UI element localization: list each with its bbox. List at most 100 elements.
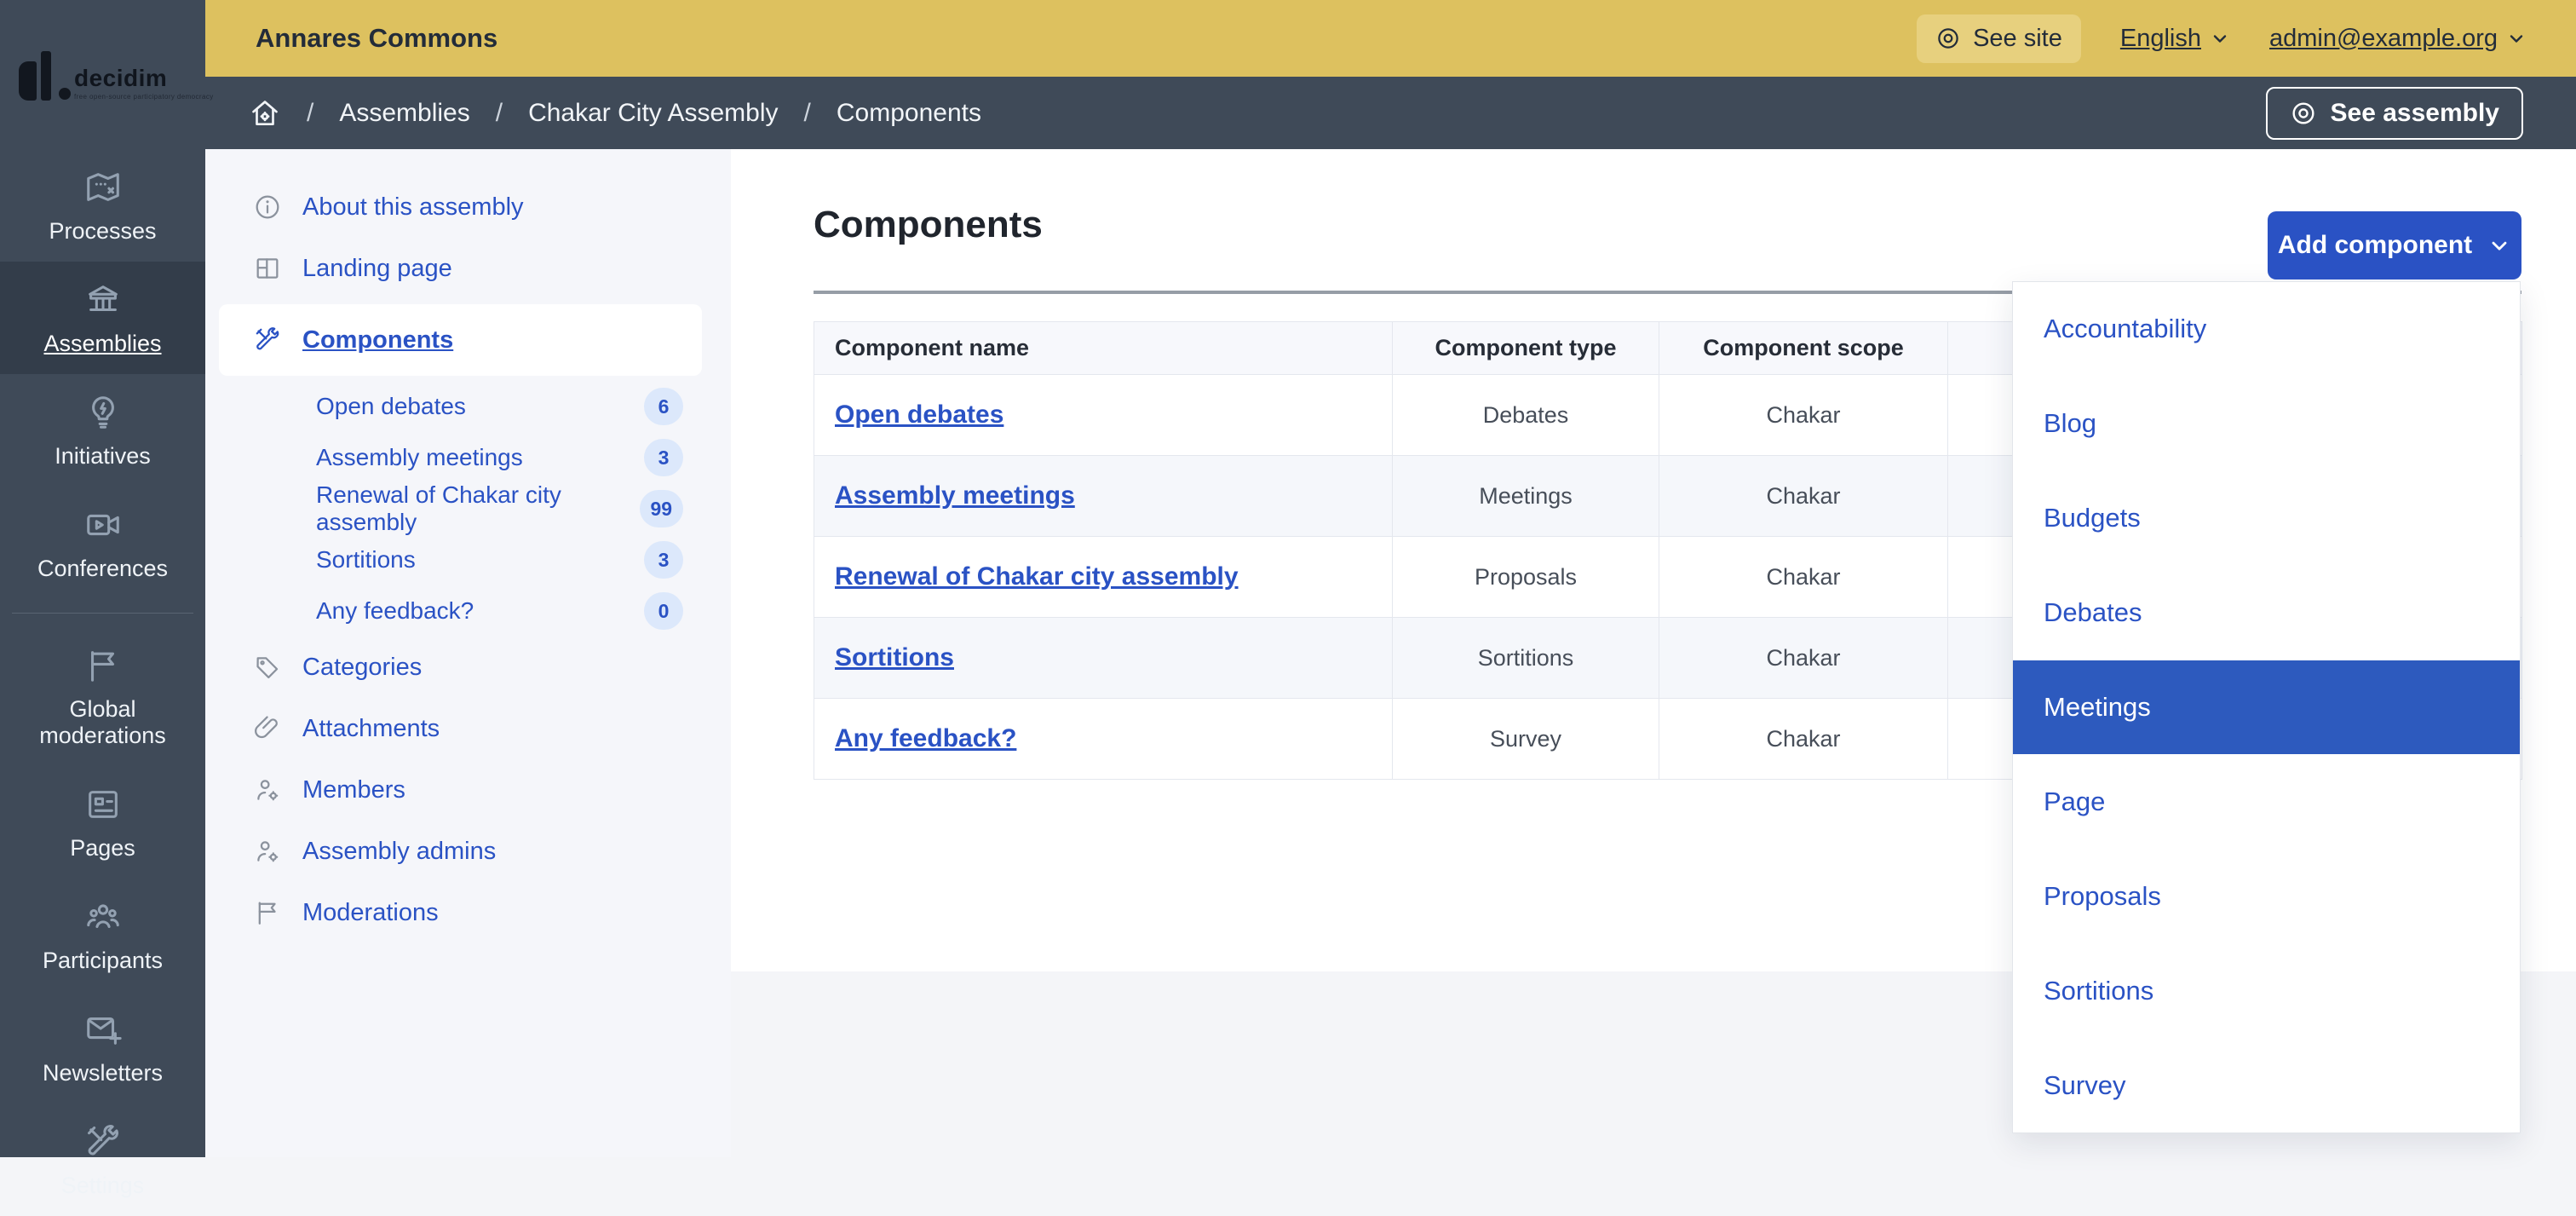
tools-icon (253, 326, 282, 354)
breadcrumb-components[interactable]: Components (837, 99, 981, 128)
sidebar-item-global-moderations[interactable]: Global moderations (0, 627, 205, 766)
menu-option-accountability[interactable]: Accountability (2013, 282, 2520, 377)
menu-item-open-debates[interactable]: Open debates 6 (205, 381, 731, 432)
sidebar-item-initiatives[interactable]: Initiatives (0, 374, 205, 487)
tag-icon (253, 653, 282, 682)
component-link-renewal[interactable]: Renewal of Chakar city assembly (835, 562, 1239, 591)
assembly-menu: About this assembly Landing page Compone… (205, 149, 731, 1157)
column-header-component-name: Component name (814, 321, 1393, 375)
add-component-button[interactable]: Add component (2268, 211, 2521, 280)
component-scope: Chakar (1659, 455, 1948, 537)
count-badge: 99 (639, 490, 683, 527)
see-assembly-label: See assembly (2330, 99, 2499, 127)
menu-item-landing-page[interactable]: Landing page (205, 238, 731, 299)
component-link-any-feedback[interactable]: Any feedback? (835, 724, 1016, 752)
component-link-sortitions[interactable]: Sortitions (835, 643, 954, 671)
bank-icon (83, 280, 123, 320)
component-scope: Chakar (1659, 698, 1948, 780)
topbar: Annares Commons See site English admin@e… (0, 0, 2576, 77)
see-assembly-button[interactable]: See assembly (2265, 87, 2523, 140)
component-type: Sortitions (1392, 617, 1659, 699)
component-scope: Chakar (1659, 617, 1948, 699)
organization-title: Annares Commons (256, 23, 498, 53)
menu-option-proposals[interactable]: Proposals (2013, 849, 2520, 943)
flag-icon (253, 898, 282, 927)
sidebar-item-settings[interactable]: Settings (0, 1104, 205, 1216)
menu-item-categories[interactable]: Categories (205, 637, 731, 698)
user-gear-icon (253, 837, 282, 866)
logo-tagline: free open-source participatory democracy (74, 93, 214, 101)
article-icon (83, 785, 123, 824)
menu-option-budgets[interactable]: Budgets (2013, 471, 2520, 566)
breadcrumb-assemblies[interactable]: Assemblies (339, 99, 469, 128)
language-selector[interactable]: English (2120, 25, 2230, 53)
eye-icon (1935, 26, 1961, 51)
menu-option-debates[interactable]: Debates (2013, 566, 2520, 660)
component-scope: Chakar (1659, 374, 1948, 456)
lightbulb-icon (83, 393, 123, 432)
menu-option-blog[interactable]: Blog (2013, 377, 2520, 471)
component-type: Survey (1392, 698, 1659, 780)
layout-icon (253, 254, 282, 283)
count-badge: 0 (644, 592, 683, 630)
sidebar-item-participants[interactable]: Participants (0, 879, 205, 991)
chevron-down-icon (2210, 28, 2230, 49)
user-gear-icon (253, 775, 282, 804)
video-camera-icon (83, 505, 123, 545)
component-type: Proposals (1392, 536, 1659, 618)
account-menu[interactable]: admin@example.org (2269, 25, 2527, 53)
info-icon (253, 193, 282, 222)
component-scope: Chakar (1659, 536, 1948, 618)
menu-option-page[interactable]: Page (2013, 754, 2520, 849)
decidim-logo[interactable]: decidim free open-source participatory d… (0, 0, 213, 109)
main-sidebar: Processes Assemblies Initiatives Confere… (0, 149, 205, 1198)
add-component-menu: Accountability Blog Budgets Debates Meet… (2012, 281, 2521, 1133)
sidebar-divider (12, 613, 193, 614)
menu-item-renewal-of-chakar-city-assembly[interactable]: Renewal of Chakar city assembly 99 (205, 481, 731, 535)
sidebar-item-conferences[interactable]: Conferences (0, 487, 205, 599)
count-badge: 3 (644, 541, 683, 579)
sidebar-item-processes[interactable]: Processes (0, 149, 205, 262)
menu-item-any-feedback[interactable]: Any feedback? 0 (205, 585, 731, 637)
menu-item-sortitions[interactable]: Sortitions 3 (205, 534, 731, 585)
flag-icon (83, 646, 123, 685)
menu-item-about-assembly[interactable]: About this assembly (205, 176, 731, 238)
menu-item-members[interactable]: Members (205, 759, 731, 821)
count-badge: 6 (644, 388, 683, 425)
menu-option-meetings[interactable]: Meetings (2013, 660, 2520, 755)
chevron-down-icon (2487, 233, 2511, 257)
component-type: Meetings (1392, 455, 1659, 537)
menu-option-sortitions[interactable]: Sortitions (2013, 943, 2520, 1038)
eye-icon (2290, 100, 2317, 127)
column-header-component-scope: Component scope (1659, 321, 1948, 375)
menu-item-components[interactable]: Components (219, 304, 702, 376)
home-link[interactable] (249, 97, 281, 130)
breadcrumb-assembly-name[interactable]: Chakar City Assembly (528, 99, 778, 128)
see-site-label: See site (1973, 24, 2062, 52)
menu-item-attachments[interactable]: Attachments (205, 698, 731, 759)
chevron-down-icon (2506, 28, 2527, 49)
topbar-actions: See site English admin@example.org (1917, 0, 2527, 77)
menu-item-assembly-meetings[interactable]: Assembly meetings 3 (205, 432, 731, 483)
sidebar-item-pages[interactable]: Pages (0, 766, 205, 879)
add-component-label: Add component (2277, 231, 2473, 259)
menu-option-survey[interactable]: Survey (2013, 1038, 2520, 1132)
language-label: English (2119, 24, 2201, 52)
see-site-button[interactable]: See site (1917, 14, 2081, 63)
column-header-component-type: Component type (1392, 321, 1659, 375)
count-badge: 3 (644, 439, 683, 476)
menu-item-moderations[interactable]: Moderations (205, 882, 731, 943)
account-label: admin@example.org (2268, 24, 2498, 52)
component-link-open-debates[interactable]: Open debates (835, 401, 1003, 429)
sidebar-item-newsletters[interactable]: Newsletters (0, 991, 205, 1104)
component-link-assembly-meetings[interactable]: Assembly meetings (835, 481, 1075, 510)
decidim-logo-glyph (19, 51, 74, 101)
tools-icon (83, 1122, 123, 1161)
sidebar-item-assemblies[interactable]: Assemblies (0, 262, 205, 375)
logo-wordmark: decidim (74, 65, 168, 91)
mail-plus-icon (83, 1010, 123, 1049)
breadcrumb: / Assemblies / Chakar City Assembly / Co… (0, 77, 2576, 149)
home-icon (249, 97, 281, 130)
component-type: Debates (1392, 374, 1659, 456)
menu-item-assembly-admins[interactable]: Assembly admins (205, 821, 731, 882)
